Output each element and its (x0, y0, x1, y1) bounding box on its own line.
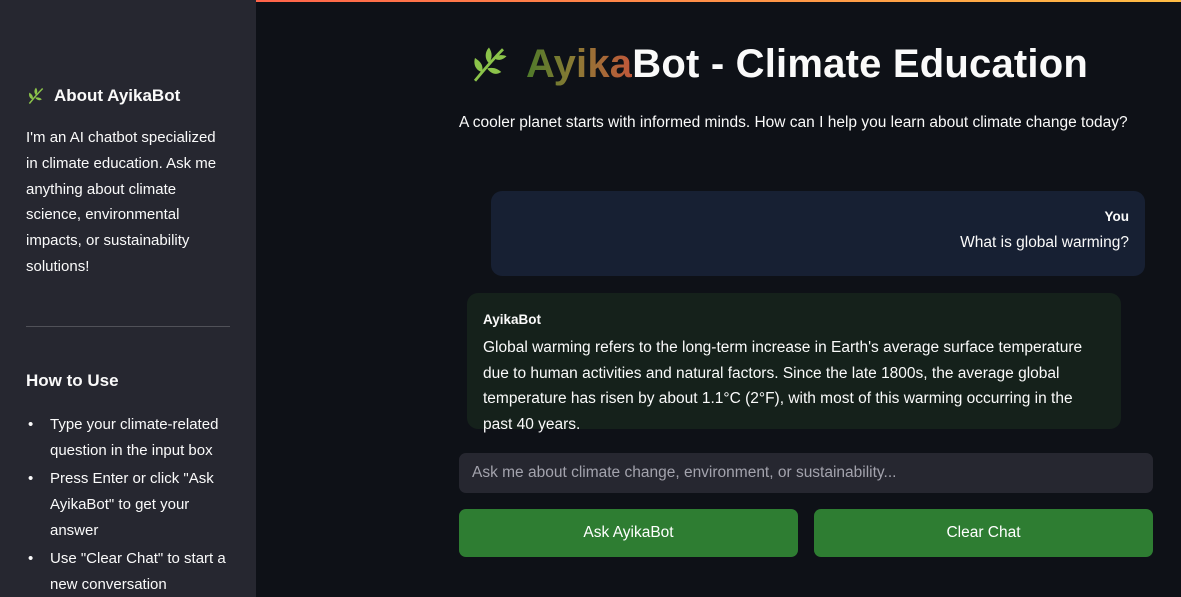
about-description: I'm an AI chatbot specialized in climate… (26, 129, 217, 275)
howto-item: Press Enter or click "Ask AyikaBot" to g… (26, 466, 236, 544)
chat-input[interactable] (459, 453, 1153, 493)
about-heading: About AyikaBot (26, 86, 180, 106)
user-message: You What is global warming? (491, 191, 1145, 276)
ask-button[interactable]: Ask AyikaBot (459, 509, 798, 557)
message-text: Global warming refers to the long-term i… (483, 339, 1083, 434)
message-text: What is global warming? (960, 234, 1129, 251)
leaf-icon (473, 47, 507, 82)
howto-item: Use "Clear Chat" to start a new conversa… (26, 546, 236, 597)
message-sender: AyikaBot (483, 312, 542, 327)
message-sender: You (1104, 209, 1130, 224)
clear-chat-button[interactable]: Clear Chat (814, 509, 1153, 557)
howto-item: Type your climate-related question in th… (26, 412, 236, 464)
howto-list: Type your climate-related question in th… (26, 412, 236, 597)
leaf-icon (28, 87, 44, 104)
title-brand: Ayika (526, 42, 633, 86)
page-subtitle: A cooler planet starts with informed min… (459, 114, 1128, 131)
about-title: About AyikaBot (54, 86, 181, 105)
bot-message: AyikaBot Global warming refers to the lo… (467, 293, 1121, 433)
main-content: AyikaBot - Climate Education A cooler pl… (256, 0, 1181, 597)
howto-title: How to Use (26, 371, 119, 390)
title-rest: Bot - Climate Education (632, 42, 1088, 86)
sidebar: About AyikaBot I'm an AI chatbot special… (0, 0, 256, 597)
page-header: AyikaBot - Climate Education (468, 42, 1088, 87)
sidebar-divider (26, 326, 230, 327)
page-title: AyikaBot - Climate Education (526, 42, 1088, 87)
